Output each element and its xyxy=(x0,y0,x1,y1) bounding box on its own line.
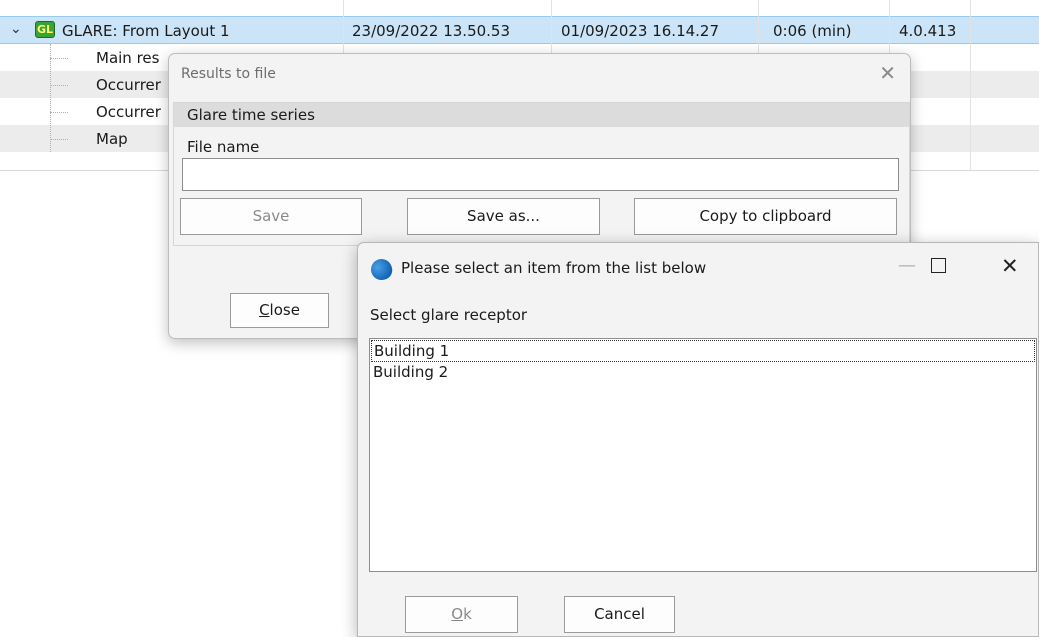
tree-child-label: Main res xyxy=(96,49,160,67)
group-header: Glare time series xyxy=(174,103,909,127)
minimize-icon[interactable]: — xyxy=(898,255,916,276)
tree-row-calculated: 01/09/2023 16.14.27 xyxy=(561,22,720,40)
tree-row-duration: 0:06 (min) xyxy=(773,22,852,40)
close-label: lose xyxy=(269,301,300,319)
copy-to-clipboard-button[interactable]: Copy to clipboard xyxy=(634,198,897,235)
ok-label: k xyxy=(463,605,472,623)
tree-row-version: 4.0.413 xyxy=(899,22,957,40)
app-logo-icon xyxy=(368,256,395,283)
close-icon[interactable]: ✕ xyxy=(879,61,896,85)
tree-connector xyxy=(50,85,68,86)
glare-time-series-group: Glare time series File name Save Save as… xyxy=(173,102,910,246)
column-divider[interactable] xyxy=(970,0,971,171)
dialog-title: Results to file xyxy=(181,66,276,82)
tree-connector xyxy=(50,58,68,59)
receptor-listbox[interactable]: Building 1 Building 2 xyxy=(369,338,1037,572)
ok-button[interactable]: Ok xyxy=(405,596,518,633)
tree-row-created: 23/09/2022 13.50.53 xyxy=(352,22,511,40)
tree-child-label: Occurrer xyxy=(96,103,161,121)
close-icon[interactable]: ✕ xyxy=(1001,254,1019,278)
dialog-title: Please select an item from the list belo… xyxy=(401,259,707,277)
close-button[interactable]: Close xyxy=(230,293,329,328)
group-title: Glare time series xyxy=(187,106,315,124)
maximize-icon[interactable] xyxy=(931,258,946,273)
close-accelerator: C xyxy=(259,301,270,319)
tree-connector xyxy=(50,44,51,152)
tree-child-label: Map xyxy=(96,130,128,148)
tree-row-name: GLARE: From Layout 1 xyxy=(62,22,230,40)
select-item-dialog: Please select an item from the list belo… xyxy=(357,242,1039,637)
select-prompt: Select glare receptor xyxy=(370,306,528,324)
list-item[interactable]: Building 1 xyxy=(371,340,1035,362)
chevron-down-icon[interactable]: ⌄ xyxy=(10,21,22,37)
list-item[interactable]: Building 2 xyxy=(371,362,1035,384)
cancel-button[interactable]: Cancel xyxy=(564,596,675,633)
file-name-label: File name xyxy=(187,138,260,156)
save-button[interactable]: Save xyxy=(180,198,362,235)
file-name-input[interactable] xyxy=(182,158,899,191)
tree-connector xyxy=(50,112,68,113)
save-as-button[interactable]: Save as... xyxy=(407,198,600,235)
tree-connector xyxy=(50,139,68,140)
ok-accelerator: O xyxy=(451,605,464,623)
tree-child-label: Occurrer xyxy=(96,76,161,94)
glare-icon: GL xyxy=(35,21,55,38)
tree-row-glare[interactable]: ⌄ GL GLARE: From Layout 1 23/09/2022 13.… xyxy=(0,16,1039,44)
